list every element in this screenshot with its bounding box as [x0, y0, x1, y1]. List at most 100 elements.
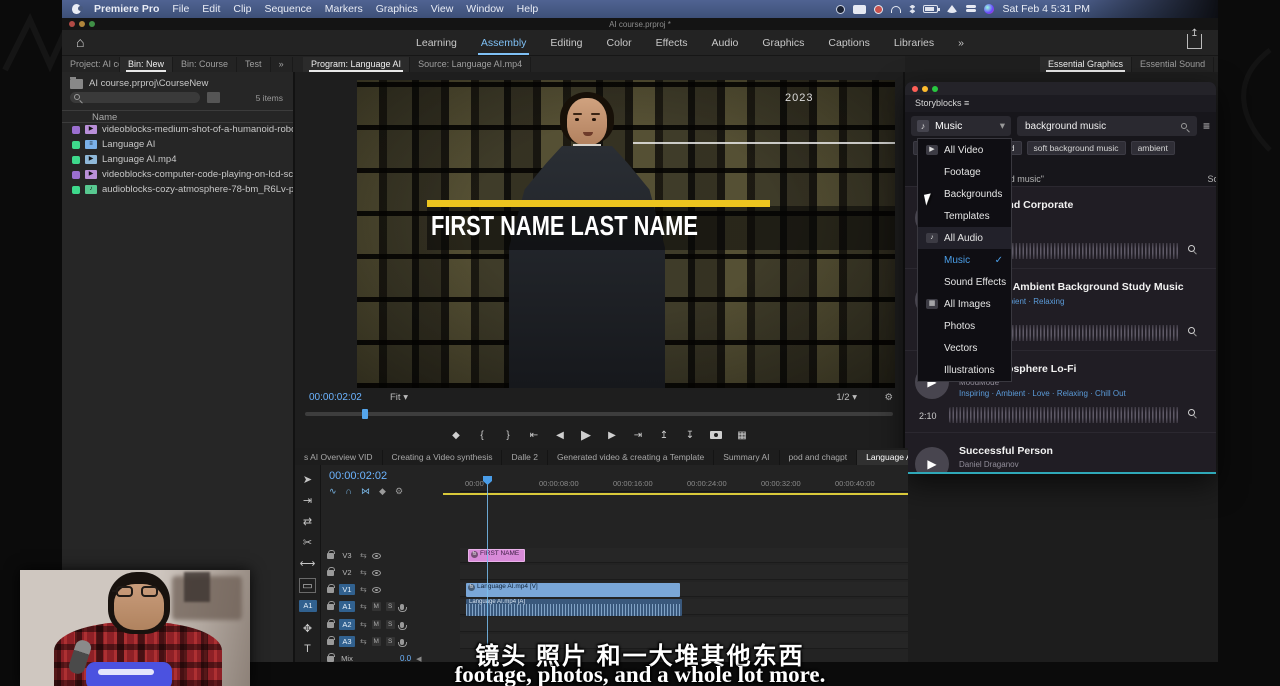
- search-icon[interactable]: [1181, 123, 1187, 129]
- workspace-captions[interactable]: Captions: [828, 37, 869, 49]
- sequence-tab[interactable]: Generated video & creating a Template: [548, 450, 714, 465]
- share-export-icon[interactable]: ↥: [1187, 34, 1202, 49]
- lock-icon[interactable]: [327, 604, 334, 610]
- label-chip[interactable]: [72, 171, 80, 179]
- sync-lock-icon[interactable]: ⇆: [360, 620, 367, 629]
- timeline-timecode[interactable]: 00:00:02:02: [329, 470, 387, 482]
- track-header-a1[interactable]: A1 ⇆ M S: [323, 599, 460, 614]
- hamburger-menu-icon[interactable]: ≡: [1203, 119, 1210, 133]
- time-ruler[interactable]: 00:00 00:00:08:00 00:00:16:00 00:00:24:0…: [460, 476, 908, 492]
- mark-out-button[interactable]: }: [502, 430, 514, 441]
- sequence-tab[interactable]: Summary AI: [714, 450, 779, 465]
- workspace-audio[interactable]: Audio: [712, 37, 739, 49]
- track-header-v3[interactable]: V3 ⇆: [323, 548, 460, 563]
- play-icon[interactable]: ▶: [915, 447, 949, 474]
- sort-control[interactable]: Sort: [1207, 174, 1216, 184]
- find-similar-icon[interactable]: [1188, 327, 1200, 339]
- tab-essential-sound[interactable]: Essential Sound: [1132, 57, 1214, 72]
- toggle-track-output-icon[interactable]: [372, 587, 381, 593]
- hand-tool[interactable]: ✥: [303, 622, 312, 635]
- linked-selection-icon[interactable]: ⋈: [361, 486, 370, 497]
- tab-program[interactable]: Program: Language AI: [303, 57, 410, 72]
- razor-tool[interactable]: ✂: [303, 536, 312, 549]
- step-forward-button[interactable]: ▶: [606, 430, 618, 441]
- menu-clip[interactable]: Clip: [233, 3, 251, 15]
- menu-help[interactable]: Help: [517, 3, 539, 15]
- workspace-learning[interactable]: Learning: [416, 37, 457, 49]
- menu-music[interactable]: Music✓: [918, 249, 1011, 271]
- waveform[interactable]: [949, 407, 1179, 423]
- sync-lock-icon[interactable]: ⇆: [360, 551, 367, 560]
- control-center-icon[interactable]: [966, 5, 976, 13]
- track-v3-lane[interactable]: [460, 548, 908, 563]
- label-chip[interactable]: [72, 141, 80, 149]
- sequence-tab[interactable]: pod and chagpt: [780, 450, 858, 465]
- record-indicator-icon[interactable]: [874, 5, 883, 14]
- category-dropdown[interactable]: ♪ Music ▾: [911, 116, 1011, 136]
- mute-button[interactable]: M: [372, 620, 381, 629]
- result-tags[interactable]: Inspiring · Ambient · Love · Relaxing · …: [959, 389, 1126, 398]
- minimize-window-icon[interactable]: [79, 21, 85, 27]
- go-to-out-button[interactable]: ⇥: [632, 430, 644, 441]
- menu-graphics[interactable]: Graphics: [376, 3, 418, 15]
- menu-file[interactable]: File: [172, 3, 189, 15]
- button-editor-button[interactable]: ▦: [736, 430, 748, 441]
- menu-sequence[interactable]: Sequence: [264, 3, 311, 15]
- label-chip[interactable]: [72, 126, 80, 134]
- focus-icon[interactable]: [836, 5, 845, 14]
- project-item[interactable]: ≡ Language AI: [62, 137, 293, 152]
- storyblocks-tab[interactable]: Storyblocks ≡: [905, 95, 1216, 112]
- slip-tool[interactable]: ⟷: [300, 557, 316, 570]
- mark-in-button[interactable]: {: [476, 430, 488, 441]
- tab-project[interactable]: Project: AI course: [62, 57, 120, 72]
- lock-icon[interactable]: [327, 570, 334, 576]
- export-frame-button[interactable]: [710, 431, 722, 439]
- track-a2-lane[interactable]: [460, 617, 908, 632]
- menu-sound-effects[interactable]: Sound Effects: [918, 271, 1011, 293]
- tab-lumetri-color[interactable]: Lumetri Color: [1214, 57, 1218, 72]
- result-artist[interactable]: Daniel Draganov: [959, 460, 1019, 469]
- menu-vectors[interactable]: Vectors: [918, 337, 1011, 359]
- play-button[interactable]: ▶: [580, 427, 592, 443]
- snap-icon[interactable]: ∩: [346, 486, 352, 497]
- menu-edit[interactable]: Edit: [202, 3, 220, 15]
- sequence-tab[interactable]: Creating a Video synthesis: [383, 450, 503, 465]
- settings-wrench-icon[interactable]: ⚙: [884, 392, 893, 403]
- wifi-icon[interactable]: [946, 5, 958, 13]
- breadcrumb[interactable]: AI course.prproj\CourseNew: [70, 78, 208, 89]
- menu-all-audio[interactable]: ♪All Audio: [918, 227, 1011, 249]
- find-similar-icon[interactable]: [1188, 245, 1200, 257]
- input-source-icon[interactable]: [853, 5, 866, 14]
- workspace-editing[interactable]: Editing: [550, 37, 582, 49]
- track-v2-lane[interactable]: [460, 565, 908, 580]
- lock-icon[interactable]: [327, 553, 334, 559]
- menu-view[interactable]: View: [431, 3, 454, 15]
- sync-lock-icon[interactable]: ⇆: [360, 568, 367, 577]
- scrubber-playhead[interactable]: [362, 409, 368, 419]
- insert-icon[interactable]: ∿: [329, 486, 337, 497]
- menu-markers[interactable]: Markers: [325, 3, 363, 15]
- siri-icon[interactable]: [984, 4, 994, 14]
- program-timecode[interactable]: 00:00:02:02: [309, 392, 362, 403]
- menu-templates[interactable]: Templates: [918, 205, 1011, 227]
- menu-all-video[interactable]: ▶All Video: [918, 139, 1011, 161]
- step-back-button[interactable]: ◀: [554, 430, 566, 441]
- sync-lock-icon[interactable]: ⇆: [360, 602, 367, 611]
- menu-all-images[interactable]: ▦All Images: [918, 293, 1011, 315]
- toggle-track-output-icon[interactable]: [372, 553, 381, 559]
- workspace-effects[interactable]: Effects: [656, 37, 688, 49]
- menu-footage[interactable]: Footage: [918, 161, 1011, 183]
- audio-clip-language-ai[interactable]: Language AI.mp4 [A]: [466, 599, 682, 616]
- workspace-graphics[interactable]: Graphics: [762, 37, 804, 49]
- menubar-clock[interactable]: Sat Feb 4 5:31 PM: [1002, 3, 1090, 15]
- track-header-v2[interactable]: V2 ⇆: [323, 565, 460, 580]
- lock-icon[interactable]: [327, 622, 334, 628]
- zoom-window-icon[interactable]: [932, 86, 938, 92]
- voiceover-record-icon[interactable]: [400, 604, 404, 610]
- app-menu[interactable]: Premiere Pro: [94, 3, 159, 15]
- track-header-v1[interactable]: V1 ⇆: [323, 582, 460, 597]
- timeline-playhead[interactable]: [487, 476, 488, 662]
- menu-photos[interactable]: Photos: [918, 315, 1011, 337]
- lock-icon[interactable]: [327, 587, 334, 593]
- voiceover-record-icon[interactable]: [400, 622, 404, 628]
